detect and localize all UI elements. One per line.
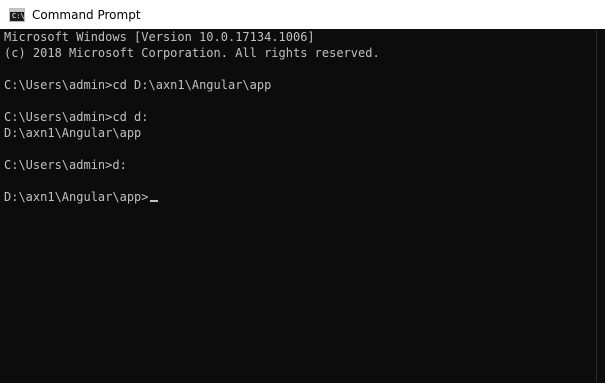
console-line: D:\axn1\Angular\app xyxy=(4,126,142,140)
prompt-line[interactable]: D:\axn1\Angular\app> xyxy=(4,189,158,205)
console-line: (c) 2018 Microsoft Corporation. All righ… xyxy=(4,46,380,60)
window-title: Command Prompt xyxy=(32,7,141,22)
cmd-icon[interactable]: C:\ xyxy=(9,7,25,22)
console-line: C:\Users\admin>cd D:\axn1\Angular\app xyxy=(4,78,272,92)
title-bar[interactable]: C:\ Command Prompt xyxy=(0,0,605,29)
console-line: C:\Users\admin>d: xyxy=(4,158,127,172)
console-line: Microsoft Windows [Version 10.0.17134.10… xyxy=(4,30,315,44)
cmd-icon-glyph: C:\ xyxy=(12,11,25,20)
current-prompt: D:\axn1\Angular\app> xyxy=(4,190,149,204)
console-output[interactable]: Microsoft Windows [Version 10.0.17134.10… xyxy=(0,29,596,383)
console-line: C:\Users\admin>cd d: xyxy=(4,110,149,124)
command-prompt-window: C:\ Command Prompt Microsoft Windows [Ve… xyxy=(0,0,605,383)
text-cursor xyxy=(149,200,158,202)
vertical-scrollbar[interactable] xyxy=(596,29,605,383)
